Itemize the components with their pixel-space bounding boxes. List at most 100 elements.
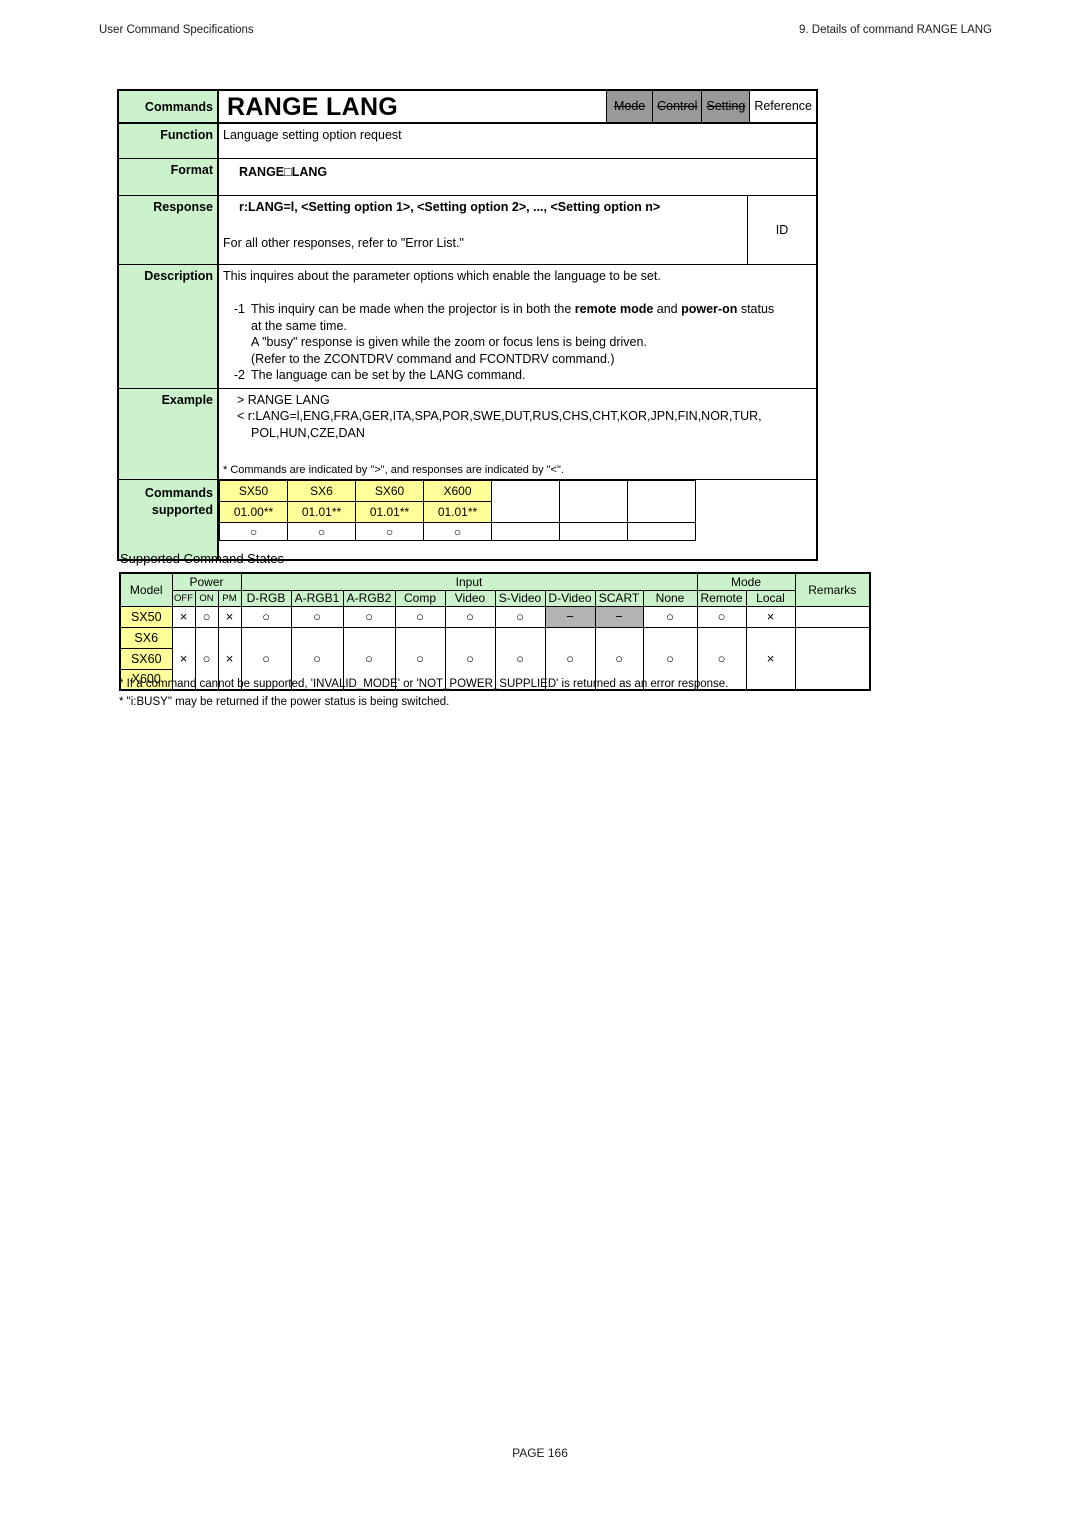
states-sx50-mode-remote: ○ xyxy=(696,605,747,628)
supported-version-sx50: 01.00** xyxy=(219,501,288,524)
tag-setting: Setting xyxy=(701,91,750,122)
example-body: > RANGE LANG < r:LANG=l,ENG,FRA,GER,ITA,… xyxy=(219,389,816,480)
response-syntax: r:LANG=l, <Setting option 1>, <Setting o… xyxy=(239,199,661,214)
response-body: r:LANG=l, <Setting option 1>, <Setting o… xyxy=(219,195,748,264)
supported-version-sx6: 01.01** xyxy=(287,501,356,524)
footnote-2: * "i:BUSY" may be returned if the power … xyxy=(119,695,450,708)
states-header-input: Input xyxy=(240,572,698,591)
supported-mark-empty-2 xyxy=(559,522,628,542)
footnotes: * If a command cannot be supported, 'INV… xyxy=(119,676,728,712)
states-sx50-input-video: ○ xyxy=(444,605,496,628)
function-text: Language setting option request xyxy=(223,127,402,142)
tag-mode: Mode xyxy=(606,91,653,122)
states-subheader-input-d-video: D-Video xyxy=(544,589,596,607)
description-item-1: -1 This inquiry can be made when the pro… xyxy=(223,301,816,367)
states-header-row-1: Model Power Input Mode Remarks xyxy=(119,572,871,607)
supported-mark-empty-1 xyxy=(491,522,560,542)
running-head-right: 9. Details of command RANGE LANG xyxy=(798,24,992,36)
states-header-remarks: Remarks xyxy=(794,572,871,607)
description-item-1-number: -1 xyxy=(233,302,245,316)
states-sx50-input-none: ○ xyxy=(642,605,698,628)
example-note: * Commands are indicated by ">", and res… xyxy=(223,464,564,476)
supported-version-sx60: 01.01** xyxy=(355,501,424,524)
supported-command-states-table: Model Power Input Mode Remarks OFF ON PM… xyxy=(119,572,871,691)
states-subheader-input-video: Video xyxy=(444,589,496,607)
states-sx50-input-a-rgb2: ○ xyxy=(342,605,396,628)
states-header-model: Model xyxy=(119,572,173,607)
footnote-1: * If a command cannot be supported, 'INV… xyxy=(119,678,729,690)
states-sx50-input-d-video: − xyxy=(544,605,596,628)
supported-versions-row: Commands supported SX50 SX6 SX60 X600 01… xyxy=(119,480,819,560)
format-label: Format xyxy=(119,158,219,195)
format-text: RANGE□LANG xyxy=(239,164,328,179)
states-subheader-power-pm: PM xyxy=(217,589,242,607)
states-subheader-power-on: ON xyxy=(194,589,219,607)
states-subheader-input-a-rgb2: A-RGB2 xyxy=(342,589,396,607)
supported-models-row: SX50 SX6 SX60 X600 xyxy=(219,480,819,541)
commands-label: Commands xyxy=(119,91,219,122)
states-sx6-mode-local: × xyxy=(745,626,796,691)
description-row: Description This inquires about the para… xyxy=(119,264,816,389)
states-subheader-power-off: OFF xyxy=(171,589,196,607)
example-command-line: > RANGE LANG xyxy=(237,392,330,407)
supported-label-line-2: supported xyxy=(151,503,213,518)
supported-empty-cell-2 xyxy=(559,480,628,524)
command-type-tags: Mode Control Setting Reference xyxy=(606,91,816,122)
states-model-sx50: SX50 xyxy=(119,605,173,628)
running-head-left: User Command Specifications xyxy=(99,24,254,36)
states-model-sx60: SX60 xyxy=(119,647,173,670)
supported-model-sx60: SX60 xyxy=(355,480,424,503)
states-subheader-input-comp: Comp xyxy=(394,589,446,607)
states-sx50-input-a-rgb1: ○ xyxy=(290,605,344,628)
description-item-1-line-1: This inquiry can be made when the projec… xyxy=(251,302,775,316)
description-item-2-line-1: The language can be set by the LANG comm… xyxy=(251,368,526,382)
states-subheader-input-a-rgb1: A-RGB1 xyxy=(290,589,344,607)
supported-model-sx6: SX6 xyxy=(287,480,356,503)
description-item-2: -2 The language can be set by the LANG c… xyxy=(223,367,816,384)
supported-label: Commands supported xyxy=(119,480,219,560)
example-response-line: < r:LANG=l,ENG,FRA,GER,ITA,SPA,POR,SWE,D… xyxy=(237,409,762,423)
response-error-note: For all other responses, refer to "Error… xyxy=(223,235,464,250)
states-sx50-power-off: × xyxy=(171,605,196,628)
states-sx50-input-d-rgb: ○ xyxy=(240,605,292,628)
description-item-1-line-4: (Refer to the ZCONTDRV command and FCONT… xyxy=(251,351,615,366)
running-head: User Command Specifications 9. Details o… xyxy=(0,24,1080,40)
response-id-cell: ID xyxy=(775,222,789,237)
supported-bottom-pad xyxy=(219,541,819,559)
states-subheader-input-scart: SCART xyxy=(594,589,644,607)
states-sx50-mode-local: × xyxy=(745,605,796,628)
description-item-2-number: -2 xyxy=(233,368,245,382)
example-response-continuation: POL,HUN,CZE,DAN xyxy=(251,425,365,440)
states-sx6-remarks xyxy=(794,626,871,691)
states-sx50-input-comp: ○ xyxy=(394,605,446,628)
example-label: Example xyxy=(119,388,219,480)
table-row: SX6 × ○ × ○ ○ ○ ○ ○ ○ ○ ○ ○ ○ × xyxy=(119,626,871,691)
states-header-mode: Mode xyxy=(696,572,796,591)
format-row: Format RANGE□LANG xyxy=(119,158,816,196)
command-spec-card: Commands RANGE LANG Mode Control Setting… xyxy=(117,89,819,562)
description-label: Description xyxy=(119,264,219,388)
states-subheader-mode-local: Local xyxy=(745,589,796,607)
supported-versions-table: SX50 SX6 SX60 X600 01.00** 01.01** 01.01… xyxy=(219,480,819,542)
page-footer: PAGE 166 xyxy=(512,1446,568,1460)
response-label: Response xyxy=(119,195,219,264)
tag-control: Control xyxy=(652,91,702,122)
states-model-sx6: SX6 xyxy=(119,626,173,649)
states-header-row-2: OFF ON PM D-RGB A-RGB1 A-RGB2 Comp Video… xyxy=(120,589,870,607)
supported-mark-sx60: ○ xyxy=(355,522,424,542)
supported-model-x600: X600 xyxy=(423,480,492,503)
states-sx50-remarks xyxy=(794,605,871,628)
response-row: Response r:LANG=l, <Setting option 1>, <… xyxy=(119,195,816,265)
states-subheader-mode-remote: Remote xyxy=(696,589,747,607)
command-name: RANGE LANG xyxy=(227,93,399,121)
supported-version-x600: 01.01** xyxy=(423,501,492,524)
description-intro: This inquires about the parameter option… xyxy=(223,268,661,283)
function-label: Function xyxy=(119,123,219,158)
states-sx50-input-s-video: ○ xyxy=(494,605,546,628)
table-row: SX50 × ○ × ○ ○ ○ ○ ○ ○ − − ○ ○ × xyxy=(119,605,871,628)
command-title-row: Commands RANGE LANG Mode Control Setting… xyxy=(119,91,816,124)
supported-mark-sx6: ○ xyxy=(287,522,356,542)
states-title: Supported Command States xyxy=(120,551,285,566)
states-subheader-input-d-rgb: D-RGB xyxy=(240,589,292,607)
states-subheader-input-none: None xyxy=(642,589,698,607)
